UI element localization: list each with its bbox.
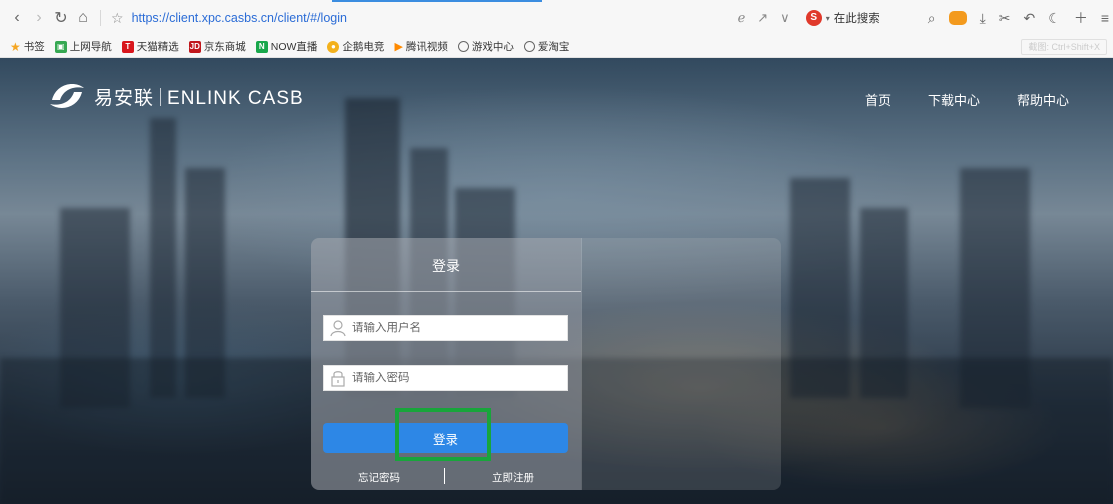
bookmark-item[interactable]: ● 企鹅电竞 (327, 39, 384, 54)
bookmark-label[interactable]: 腾讯视频 (406, 39, 448, 54)
lock-icon (324, 365, 352, 391)
favorite-star-icon[interactable]: ☆ (111, 10, 124, 27)
penguin-icon: ● (327, 40, 340, 53)
tmall-icon: T (121, 40, 134, 53)
brand-name: 易安联 ENLINK CASB (94, 83, 304, 110)
address-bar-url[interactable]: https://client.xpc.casbs.cn/client/#/log… (132, 11, 347, 25)
search-engine-dropdown-icon[interactable]: ▾ (826, 14, 830, 23)
login-title: 登录 (432, 258, 460, 274)
bookmark-bar: ★ 书签 ▣ 上网导航 T 天猫精选 JD 京东商城 N NOW直播 ● 企鹅电… (0, 36, 1113, 58)
loading-progress-line (331, 0, 542, 2)
bookmark-item[interactable]: ▣ 上网导航 (54, 39, 112, 54)
password-input[interactable] (352, 372, 567, 384)
top-nav: 首页 下载中心 帮助中心 (865, 90, 1069, 109)
address-bar-tools: ℯ ↗ ∨ (738, 10, 790, 26)
scissors-icon[interactable]: ✂ (999, 10, 1011, 27)
jd-icon: JD (188, 40, 201, 53)
reload-icon[interactable]: ↻ (50, 8, 72, 28)
back-icon[interactable]: ‹ (6, 9, 28, 27)
menu-icon[interactable]: ≡ (1101, 10, 1109, 26)
search-icon[interactable]: ⌕ (928, 10, 936, 27)
search-box[interactable]: S ▾ 在此搜索 (805, 10, 880, 26)
browser-toolbar: ‹ › ↻ ⌂ ☆ https://client.xpc.casbs.cn/cl… (0, 0, 1113, 36)
download-icon[interactable]: ⤓ (980, 10, 986, 27)
bookmark-item[interactable]: ★ 书签 (10, 39, 45, 54)
login-card-side-panel (581, 238, 781, 490)
brand-name-cn: 易安联 (94, 87, 155, 109)
links-divider (444, 468, 445, 484)
chevron-down-icon[interactable]: ∨ (780, 10, 790, 26)
nav-home[interactable]: 首页 (865, 90, 891, 109)
brand-name-en: ENLINK CASB (167, 87, 304, 109)
login-page: 易安联 ENLINK CASB 首页 下载中心 帮助中心 登录 请输入用户名 登… (0, 58, 1113, 504)
bookmark-label[interactable]: 京东商城 (204, 39, 246, 54)
forgot-password-link[interactable]: 忘记密码 (358, 470, 400, 485)
sogou-icon[interactable]: S (805, 10, 822, 26)
brand-logo[interactable]: 易安联 ENLINK CASB (46, 78, 304, 114)
bookmark-item[interactable]: ▶ 腾讯视频 (394, 39, 447, 54)
nav-help-center[interactable]: 帮助中心 (1017, 90, 1069, 109)
title-divider (311, 291, 581, 292)
screenshot-shortcut-hint: 截图: Ctrl+Shift+X (1021, 39, 1107, 55)
brand-divider (160, 87, 162, 106)
globe-icon (457, 41, 469, 52)
bookmark-item[interactable]: N NOW直播 (255, 39, 318, 54)
browser-right-tools: ⌕ ⤓ ✂ ↶ ☾ ＋ ≡ (928, 0, 1109, 36)
new-tab-icon[interactable]: ＋ (1074, 8, 1088, 28)
login-card: 登录 登录 忘记密码 立即注册 (311, 238, 781, 490)
nav-download-center[interactable]: 下载中心 (928, 90, 980, 109)
star-icon: ★ (10, 39, 21, 54)
login-button-highlight (395, 408, 491, 461)
bookmark-label[interactable]: 书签 (24, 39, 45, 54)
globe-icon (523, 41, 535, 52)
video-icon: ▶ (394, 41, 403, 53)
bookmark-item[interactable]: 游戏中心 (457, 39, 514, 54)
home-icon[interactable]: ⌂ (72, 9, 94, 27)
forward-icon[interactable]: › (28, 9, 50, 27)
bookmark-item[interactable]: 爱淘宝 (523, 39, 570, 54)
enlink-logo-icon (50, 84, 84, 108)
user-icon (324, 315, 352, 341)
bookmark-label[interactable]: 爱淘宝 (538, 39, 570, 54)
login-form-panel: 登录 登录 忘记密码 立即注册 (311, 238, 581, 490)
username-input[interactable] (352, 322, 567, 334)
bookmark-label[interactable]: 游戏中心 (472, 39, 514, 54)
game-controller-icon[interactable] (948, 11, 967, 25)
bookmark-label[interactable]: 上网导航 (70, 39, 112, 54)
ie-mode-icon[interactable]: ℯ (738, 10, 746, 26)
night-mode-icon[interactable]: ☾ (1048, 10, 1061, 27)
now-icon: N (255, 40, 268, 53)
username-field[interactable] (323, 315, 568, 341)
share-icon[interactable]: ↗ (757, 10, 768, 26)
bookmark-label[interactable]: 企鹅电竞 (342, 39, 384, 54)
password-field[interactable] (323, 365, 568, 391)
register-link[interactable]: 立即注册 (492, 470, 534, 485)
bookmark-label[interactable]: 天猫精选 (137, 39, 179, 54)
bookmark-item[interactable]: JD 京东商城 (188, 39, 246, 54)
search-placeholder[interactable]: 在此搜索 (834, 10, 880, 26)
address-bar[interactable]: https://client.xpc.casbs.cn/client/#/log… (132, 0, 652, 36)
undo-icon[interactable]: ↶ (1024, 10, 1036, 27)
nav-icon: ▣ (54, 40, 67, 53)
toolbar-divider (100, 10, 101, 26)
bookmark-label[interactable]: NOW直播 (271, 39, 318, 54)
login-links: 忘记密码 立即注册 (311, 468, 581, 486)
site-header: 易安联 ENLINK CASB 首页 下载中心 帮助中心 (0, 58, 1113, 134)
bookmark-item[interactable]: T 天猫精选 (121, 39, 179, 54)
